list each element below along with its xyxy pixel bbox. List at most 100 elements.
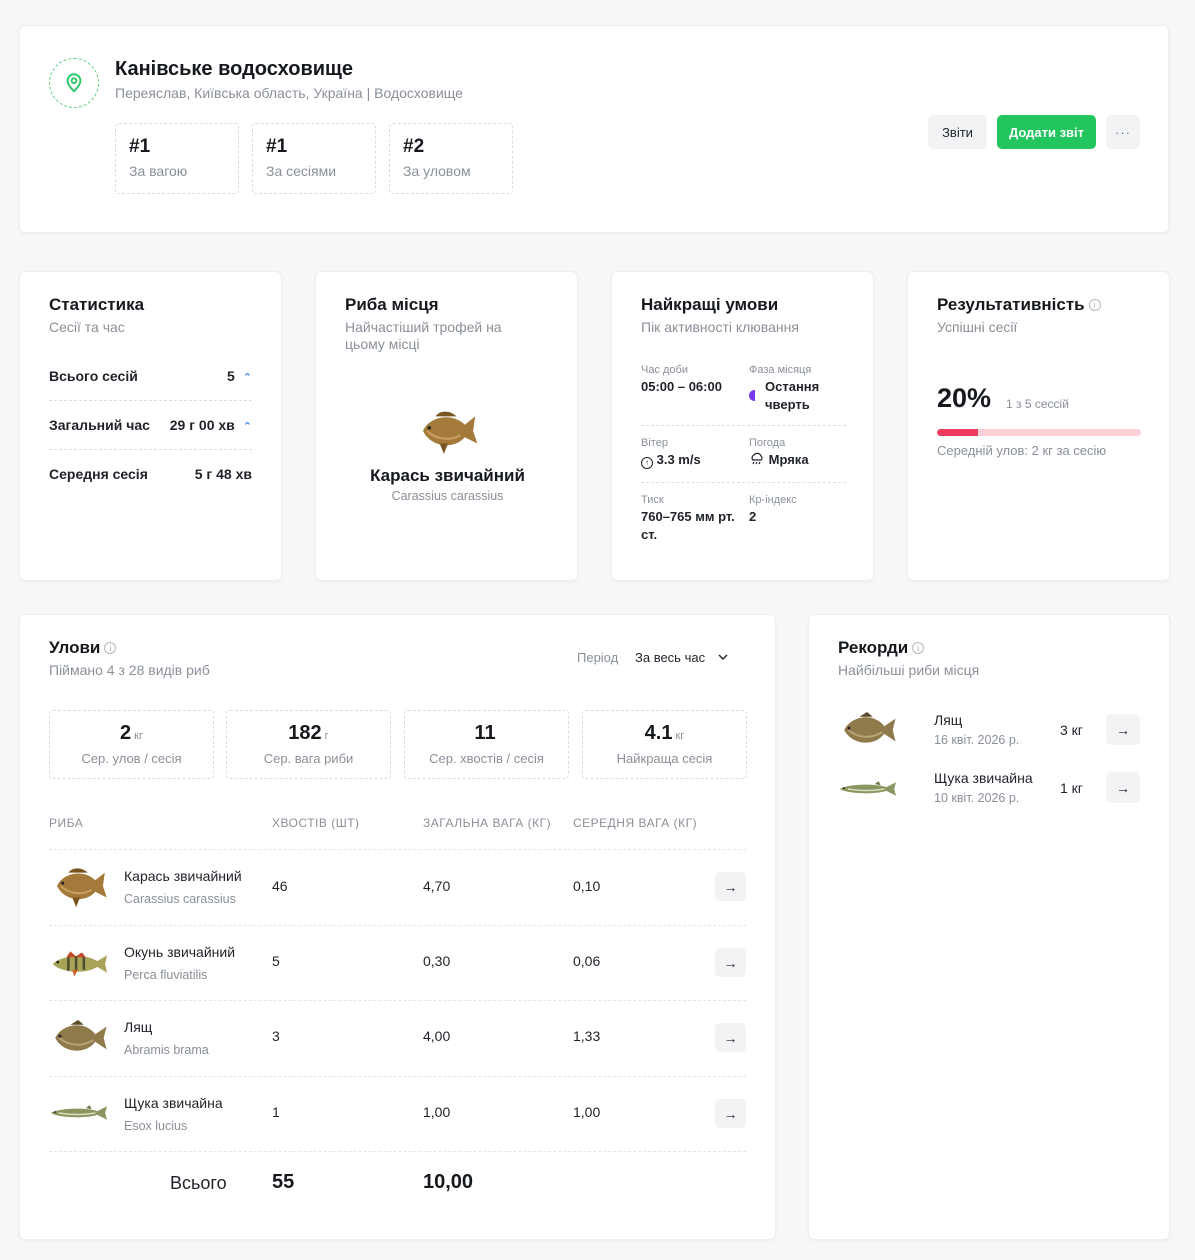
record-fish-name: Лящ — [934, 712, 963, 728]
stat-value: 29 г 00 хв — [169, 417, 235, 433]
location-subtitle: Переяслав, Київська область, Україна | В… — [115, 85, 463, 101]
chevron-up-icon[interactable]: ⌃ — [243, 421, 252, 433]
stat-label: Всього сесій — [49, 368, 138, 384]
stat-avg-session: Середня сесія 5 г 48 хв — [49, 466, 252, 482]
fish-name: Лящ — [124, 1019, 153, 1035]
cell-avg-weight: 1,33 — [573, 1028, 601, 1044]
summary-value: 182 — [288, 722, 322, 744]
fish-latin: Perca fluviatilis — [124, 968, 208, 982]
cell-total-weight: 0,30 — [423, 953, 451, 969]
card-title: Улови — [49, 638, 101, 657]
summary-unit: кг — [675, 730, 685, 742]
reports-button[interactable]: Звіти — [928, 115, 987, 149]
success-sessions: 1 з 5 сессій — [1006, 397, 1069, 411]
summary-label: Сер. улов / сесія — [81, 751, 182, 766]
record-date: 10 квіт. 2026 р. — [934, 791, 1020, 805]
weather-label: Погода — [749, 437, 786, 449]
rank-value: #2 — [403, 136, 425, 157]
kp-index-value: 2 — [749, 509, 757, 524]
drizzle-icon — [751, 452, 763, 465]
carp-fish-image — [414, 408, 480, 456]
time-of-day-value: 05:00 – 06:00 — [641, 379, 722, 394]
card-subtitle: Успішні сесії — [937, 319, 1018, 335]
location-pin-icon — [49, 58, 99, 108]
chevron-up-icon[interactable]: ⌃ — [243, 372, 252, 384]
performance-card: Результативність i Успішні сесії 20% 1 з … — [907, 271, 1170, 581]
divider — [641, 482, 846, 483]
cell-count: 3 — [272, 1028, 280, 1044]
info-icon[interactable]: i — [912, 642, 925, 654]
best-conditions-card: Найкращі умови Пік активності клювання Ч… — [611, 271, 874, 581]
open-fish-button[interactable]: → — [715, 872, 746, 901]
cell-avg-weight: 0,06 — [573, 953, 601, 969]
divider — [49, 1076, 746, 1077]
spot-fish-card: Риба місця Найчастіший трофей на цьому м… — [315, 271, 578, 581]
cell-avg-weight: 1,00 — [573, 1104, 601, 1120]
records-card: Рекорди i Найбільші риби місця Лящ 16 кві… — [808, 614, 1170, 1240]
column-header-fish[interactable]: РИБА — [49, 816, 83, 830]
wind-value: 3.3 m/s — [656, 452, 701, 467]
rank-label: За сесіями — [266, 163, 337, 179]
divider — [49, 925, 746, 926]
divider — [49, 1151, 746, 1152]
stat-label: Загальний час — [49, 417, 150, 433]
stat-value: 5 — [226, 368, 235, 384]
info-icon[interactable]: i — [104, 642, 117, 654]
bream-fish-image — [49, 1019, 109, 1057]
card-subtitle: Сесії та час — [49, 319, 125, 335]
moon-phase-label: Фаза місяця — [749, 364, 812, 376]
success-percent: 20% — [937, 383, 992, 413]
divider — [49, 449, 252, 450]
perch-fish-image — [49, 949, 109, 979]
success-progress-fill — [937, 429, 978, 436]
location-header-card: Канівське водосховище Переяслав, Київськ… — [19, 25, 1169, 233]
fish-latin: Abramis brama — [124, 1043, 209, 1057]
summary-avg-tails: 11 Сер. хвостів / сесія — [404, 710, 569, 779]
card-subtitle: Найбільші риби місця — [838, 662, 980, 678]
more-options-button[interactable]: ··· — [1106, 115, 1140, 149]
summary-value: 4.1 — [644, 722, 673, 744]
fish-name: Щука звичайна — [124, 1095, 223, 1111]
add-report-button[interactable]: Додати звіт — [997, 115, 1096, 149]
fish-name: Карась звичайний — [124, 868, 242, 884]
card-subtitle: Пік активності клювання — [641, 319, 799, 335]
moon-phase-value: Остання чверть — [765, 379, 820, 412]
time-of-day-label: Час доби — [641, 364, 688, 376]
fish-latin: Esox lucius — [124, 1119, 188, 1133]
divider — [49, 849, 746, 850]
summary-value: 2 — [120, 722, 132, 744]
column-header-avg-weight[interactable]: СЕРЕДНЯ ВАГА (КГ) — [573, 816, 697, 830]
statistics-card: Статистика Сесії та час Всього сесій 5 ⌃ … — [19, 271, 282, 581]
summary-best-session: 4.1 кг Найкраща сесія — [582, 710, 747, 779]
page-title: Канівське водосховище — [115, 58, 354, 80]
cell-count: 1 — [272, 1104, 280, 1120]
summary-unit: г — [324, 730, 329, 742]
catches-card: Улови i Піймано 4 з 28 видів риб Період З… — [19, 614, 776, 1240]
summary-label: Сер. вага риби — [263, 751, 354, 766]
open-record-button[interactable]: → — [1106, 772, 1140, 803]
period-value: За весь час — [635, 650, 706, 665]
column-header-total-weight[interactable]: ЗАГАЛЬНА ВАГА (КГ) — [423, 816, 551, 830]
card-title: Статистика — [49, 295, 145, 314]
divider — [641, 425, 846, 426]
divider — [49, 400, 252, 401]
open-fish-button[interactable]: → — [715, 1023, 746, 1052]
open-fish-button[interactable]: → — [715, 1099, 746, 1128]
open-fish-button[interactable]: → — [715, 948, 746, 977]
chevron-down-icon — [718, 654, 728, 660]
info-icon[interactable]: i — [1088, 299, 1101, 311]
rank-by-weight: #1 За вагою — [115, 123, 239, 194]
divider — [49, 1000, 746, 1001]
open-record-button[interactable]: → — [1106, 714, 1140, 745]
avg-catch-text: Середній улов: 2 кг за сесію — [937, 443, 1107, 458]
column-header-count[interactable]: ХВОСТІВ (ШТ) — [272, 816, 360, 830]
record-fish-name: Щука звичайна — [934, 770, 1033, 786]
card-title: Результативність — [937, 295, 1085, 314]
period-select[interactable]: За весь час — [635, 650, 728, 665]
pike-fish-image — [49, 1103, 109, 1123]
card-subtitle: Піймано 4 з 28 видів риб — [49, 662, 210, 678]
summary-value: 11 — [474, 722, 496, 744]
stat-total-time: Загальний час 29 г 00 хв ⌃ — [49, 417, 252, 433]
moon-phase-icon — [749, 390, 755, 401]
total-weight: 10,00 — [423, 1171, 474, 1193]
